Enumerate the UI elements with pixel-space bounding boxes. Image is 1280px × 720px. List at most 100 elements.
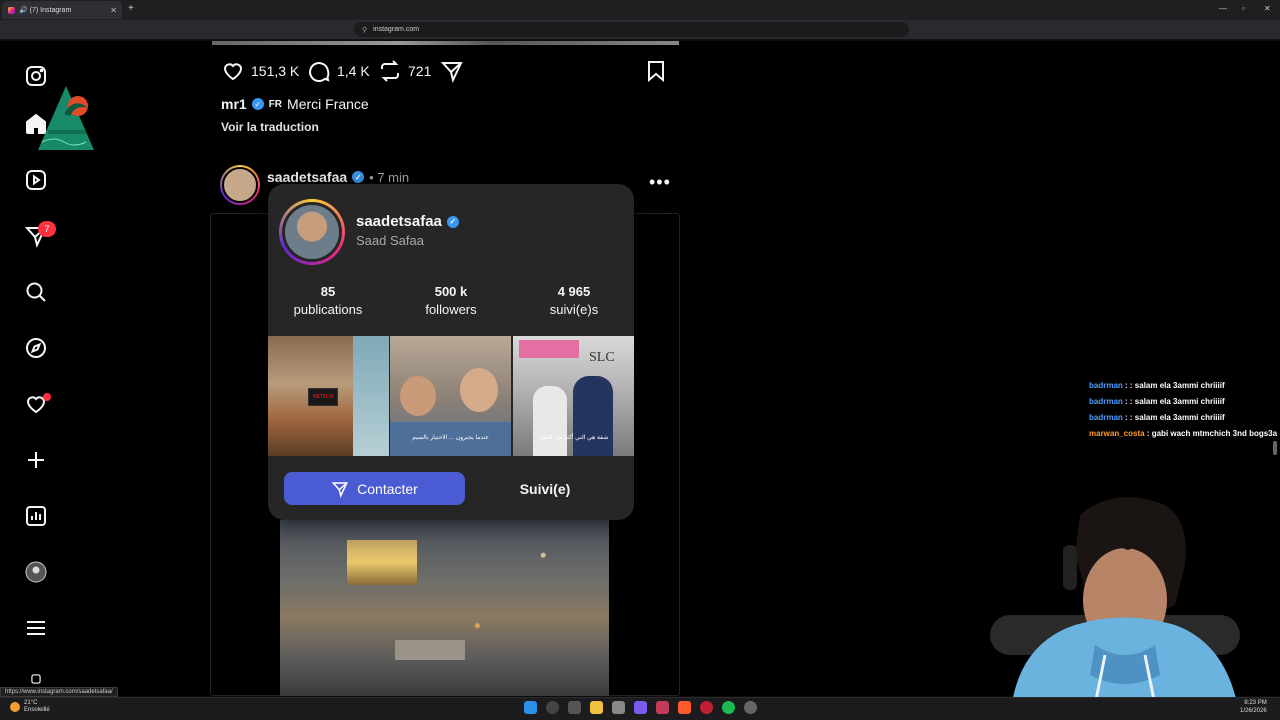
- post-caption: mr1 ✓ FR Merci France: [221, 96, 369, 112]
- hover-card-username-row[interactable]: saadetsafaa ✓: [356, 213, 459, 230]
- chat-text: : : salam ela 3ammi chriiiif: [1125, 413, 1225, 422]
- app-icon[interactable]: [612, 701, 625, 714]
- profile-hover-card: saadetsafaa ✓ Saad Safaa 85 publications…: [268, 184, 634, 520]
- comment-icon: [309, 62, 330, 83]
- webcam-overlay: [1010, 497, 1240, 720]
- netflix-logo: NETFLIX: [313, 394, 334, 400]
- app-icon[interactable]: [744, 701, 757, 714]
- post-time: • 7 min: [369, 169, 410, 185]
- recent-post-thumbnail[interactable]: عندما يجبرون ... الاختيار بالسيم: [390, 336, 511, 456]
- tab-bar: 🔊 (7) Instagram ✕ + — ▫ ✕: [0, 0, 1280, 20]
- chat-text: : gabi wach mtmchich 3nd bogs3a: [1146, 429, 1278, 438]
- site-info-icon[interactable]: ⚲: [362, 26, 367, 34]
- notification-badge: 7: [38, 221, 56, 237]
- chat-username: badrman: [1089, 397, 1123, 406]
- url-field[interactable]: ⚲ instagram.com: [354, 22, 909, 37]
- hover-card-username[interactable]: saadetsafaa: [356, 213, 442, 230]
- recent-post-thumbnail[interactable]: NETFLIX: [268, 336, 389, 456]
- stat-following[interactable]: 4 965 suivi(e)s: [514, 284, 634, 317]
- spotify-icon[interactable]: [722, 701, 735, 714]
- verified-icon: ✓: [251, 98, 264, 110]
- chat-text: : : salam ela 3ammi chriiiif: [1125, 381, 1225, 390]
- comment-button[interactable]: 1,4 K: [307, 59, 370, 83]
- stat-followers[interactable]: 500 k followers: [391, 284, 511, 317]
- close-tab-icon[interactable]: ✕: [110, 6, 117, 15]
- chat-text: : : salam ela 3ammi chriiiif: [1125, 397, 1225, 406]
- caption-username[interactable]: mr1: [221, 96, 247, 112]
- reels-icon[interactable]: [22, 166, 50, 194]
- window-close-icon[interactable]: ✕: [1264, 4, 1271, 13]
- hover-card-fullname: Saad Safaa: [356, 233, 424, 248]
- post-author-avatar[interactable]: [220, 165, 260, 205]
- app-icon[interactable]: [700, 701, 713, 714]
- profile-avatar[interactable]: [22, 558, 50, 586]
- create-plus-icon[interactable]: [22, 446, 50, 474]
- argan-logo-overlay: [38, 86, 94, 150]
- thumbnail-caption: عندما يجبرون ... الاختيار بالسيم: [412, 435, 489, 441]
- chat-scrollbar[interactable]: [1273, 441, 1277, 455]
- discord-icon[interactable]: [634, 701, 647, 714]
- file-explorer-icon[interactable]: [590, 701, 603, 714]
- heart-icon: [223, 63, 243, 81]
- search-icon[interactable]: [22, 278, 50, 306]
- post-author[interactable]: saadetsafaa ✓ • 7 min: [267, 169, 409, 185]
- bookmark-icon: [648, 61, 664, 83]
- tab-title: 🔊 (7) Instagram: [19, 7, 72, 14]
- notification-dot: [43, 393, 51, 401]
- city-mall: [395, 640, 465, 660]
- stat-posts-label: publications: [293, 302, 363, 317]
- stat-following-value: 4 965: [557, 284, 591, 299]
- share-button[interactable]: [440, 59, 464, 83]
- thumbnail-caption: شقة هي التي أكثر من العقل: [538, 435, 609, 441]
- send-icon: [331, 481, 349, 498]
- clock-date: 1/26/2026: [1240, 708, 1267, 714]
- dashboard-icon[interactable]: [22, 502, 50, 530]
- stat-posts-value: 85: [320, 284, 336, 299]
- status-bar-link: https://www.instagram.com/saadetsafaa/: [0, 687, 118, 697]
- maximize-icon[interactable]: ▫: [1242, 4, 1245, 13]
- see-translation-link[interactable]: Voir la traduction: [221, 120, 319, 134]
- system-clock[interactable]: 8:23 PM 1/26/2026: [1240, 699, 1267, 715]
- send-icon: [440, 62, 463, 83]
- chat-message: badrman : : salam ela 3ammi chriiiif: [1089, 397, 1225, 406]
- contact-button[interactable]: Contacter: [284, 472, 465, 505]
- url-text: instagram.com: [373, 26, 420, 33]
- following-button[interactable]: Suivi(e): [470, 472, 620, 505]
- repost-count: 721: [408, 63, 432, 79]
- hover-card-avatar[interactable]: [279, 199, 345, 265]
- temperature: 21°C: [24, 700, 38, 706]
- comment-count: 1,4 K: [337, 63, 370, 79]
- app-icon[interactable]: [656, 701, 669, 714]
- more-menu-icon[interactable]: [22, 614, 50, 642]
- repost-button[interactable]: 721: [378, 59, 431, 83]
- search-taskbar-icon[interactable]: [546, 701, 559, 714]
- repost-icon: [381, 60, 399, 82]
- post-image-bottom: [212, 41, 679, 45]
- chat-message: badrman : : salam ela 3ammi chriiiif: [1089, 413, 1225, 422]
- chat-message: badrman : : salam ela 3ammi chriiiif: [1089, 381, 1225, 390]
- tab-instagram[interactable]: 🔊 (7) Instagram ✕: [2, 1, 122, 19]
- stat-posts[interactable]: 85 publications: [268, 284, 388, 317]
- new-tab-icon[interactable]: +: [128, 3, 134, 14]
- stat-followers-label: followers: [425, 302, 477, 317]
- like-count: 151,3 K: [251, 63, 300, 79]
- verified-icon: ✓: [446, 215, 459, 228]
- chat-message: marwan_costa : gabi wach mtmchich 3nd bo…: [1089, 429, 1277, 438]
- weather-condition: Ensoleillé: [24, 707, 50, 713]
- task-view-icon[interactable]: [568, 701, 581, 714]
- city-aerial-image: [280, 520, 609, 696]
- recent-post-thumbnail[interactable]: SLC شقة هي التي أكثر من العقل: [513, 336, 634, 456]
- like-button[interactable]: 151,3 K: [221, 59, 299, 83]
- save-button[interactable]: [644, 59, 668, 83]
- verified-icon: ✓: [352, 171, 365, 183]
- start-icon[interactable]: [524, 701, 537, 714]
- tv-screen: NETFLIX: [308, 388, 338, 406]
- weather-widget[interactable]: 21°C Ensoleillé: [10, 700, 50, 714]
- explore-icon[interactable]: [22, 334, 50, 362]
- brave-icon[interactable]: [678, 701, 691, 714]
- post-options-button[interactable]: •••: [649, 172, 671, 193]
- chat-username: badrman: [1089, 381, 1123, 390]
- minimize-icon[interactable]: —: [1219, 4, 1227, 13]
- post-author-username[interactable]: saadetsafaa: [267, 169, 347, 185]
- caption-text: Merci France: [287, 96, 369, 112]
